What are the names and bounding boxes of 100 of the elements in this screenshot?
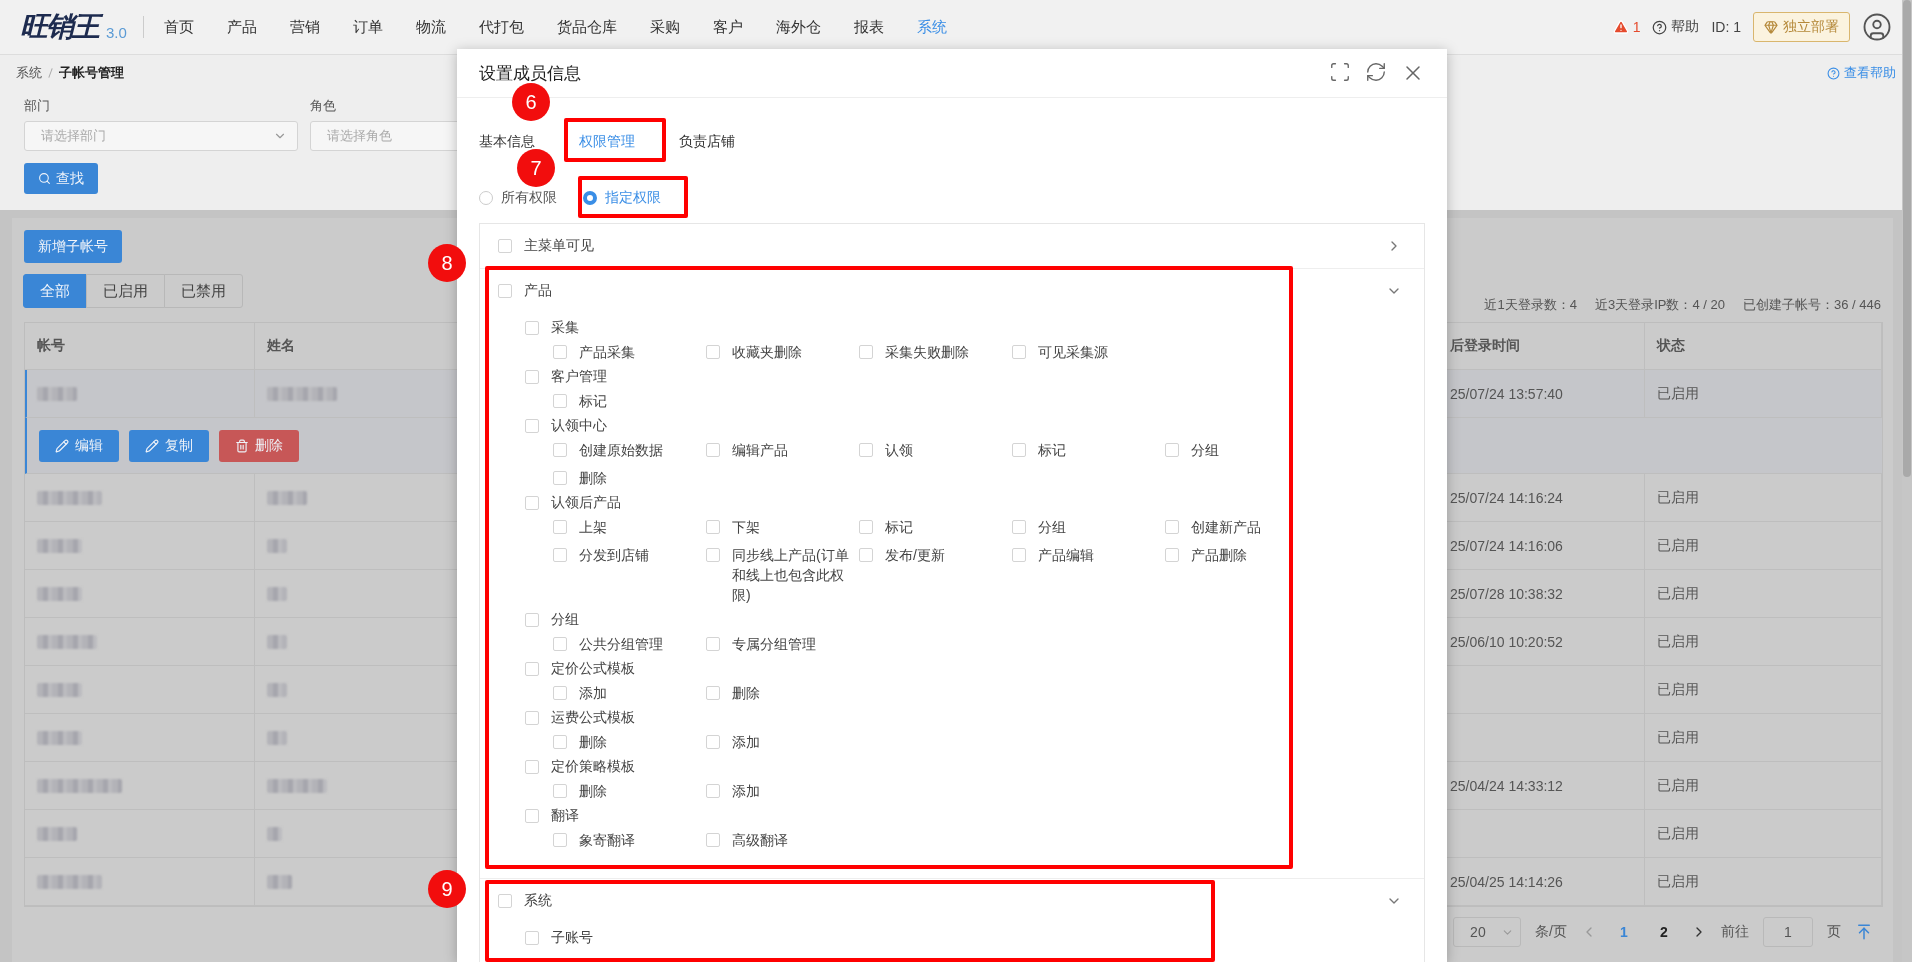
checkbox[interactable] — [1012, 548, 1026, 562]
nav-menu-item[interactable]: 代打包 — [478, 17, 524, 37]
checkbox[interactable] — [553, 833, 567, 847]
checkbox[interactable] — [498, 894, 512, 908]
refresh-icon[interactable] — [1365, 61, 1387, 83]
permission-label: 下架 — [732, 518, 760, 537]
help-link[interactable]: 帮助 — [1671, 18, 1700, 36]
checkbox[interactable] — [553, 686, 567, 700]
page-size-select[interactable]: 20 — [1453, 917, 1522, 947]
blurred-text — [37, 826, 77, 841]
permission-label: 高级翻译 — [732, 831, 788, 850]
search-button[interactable]: 查找 — [24, 163, 98, 194]
blurred-text — [37, 682, 82, 697]
checkbox[interactable] — [553, 471, 567, 485]
status-tab[interactable]: 全部 — [23, 274, 87, 308]
nav-menu-item[interactable]: 采购 — [649, 17, 680, 37]
checkbox[interactable] — [553, 443, 567, 457]
checkbox[interactable] — [525, 930, 539, 945]
checkbox[interactable] — [1012, 443, 1026, 457]
delete-button[interactable]: 删除 — [219, 429, 299, 462]
permission-label: 象寄翻译 — [579, 831, 635, 850]
warning-icon[interactable] — [1612, 19, 1629, 35]
checkbox[interactable] — [525, 418, 539, 433]
checkbox[interactable] — [525, 661, 539, 676]
checkbox[interactable] — [1165, 520, 1179, 534]
checkbox[interactable] — [525, 612, 539, 627]
checkbox[interactable] — [553, 735, 567, 749]
nav-menu-item[interactable]: 系统 — [916, 17, 947, 37]
checkbox[interactable] — [525, 710, 539, 725]
checkbox[interactable] — [706, 345, 720, 359]
avatar-icon[interactable] — [1862, 12, 1892, 42]
radio-icon[interactable] — [583, 191, 597, 205]
nav-menu-item[interactable]: 订单 — [352, 17, 383, 37]
status-tab[interactable]: 已禁用 — [164, 274, 243, 308]
checkbox[interactable] — [1012, 345, 1026, 359]
radio-icon[interactable] — [479, 191, 493, 205]
nav-menu-item[interactable]: 产品 — [226, 17, 257, 37]
breadcrumb-item[interactable]: 系统 — [16, 64, 42, 82]
add-account-button[interactable]: 新增子帐号 — [24, 230, 122, 263]
checkbox[interactable] — [498, 239, 512, 253]
nav-menu-item[interactable]: 报表 — [853, 17, 884, 37]
page-input[interactable]: 1 — [1763, 917, 1813, 947]
checkbox[interactable] — [859, 548, 873, 562]
checkbox[interactable] — [706, 548, 720, 562]
dialog-tab[interactable]: 基本信息 — [479, 132, 535, 151]
help-link[interactable]: 查看帮助 — [1827, 64, 1896, 82]
nav-menu-item[interactable]: 物流 — [415, 17, 446, 37]
checkbox[interactable] — [553, 548, 567, 562]
blurred-text — [267, 490, 307, 505]
status-tab[interactable]: 已启用 — [86, 274, 165, 308]
checkbox[interactable] — [859, 443, 873, 457]
group-label: 子账号 — [551, 928, 593, 947]
checkbox[interactable] — [706, 637, 720, 651]
checkbox[interactable] — [498, 284, 512, 298]
table-cell: 已启用 — [1645, 570, 1882, 618]
page-number[interactable]: 2 — [1651, 924, 1677, 940]
nav-menu-item[interactable]: 客户 — [712, 17, 743, 37]
stat-text: 近3天登录IP数：4 / 20 — [1594, 296, 1725, 314]
permission-label: 产品编辑 — [1038, 546, 1094, 565]
nav-menu-item[interactable]: 货品仓库 — [556, 17, 617, 37]
back-to-top-icon[interactable] — [1855, 923, 1873, 941]
checkbox[interactable] — [525, 495, 539, 510]
permission-radio[interactable]: 指定权限 — [583, 189, 661, 207]
permission-label: 标记 — [579, 392, 607, 411]
checkbox[interactable] — [706, 520, 720, 534]
checkbox[interactable] — [553, 394, 567, 408]
nav-menu-item[interactable]: 海外仓 — [775, 17, 821, 37]
checkbox[interactable] — [525, 808, 539, 823]
permission-label: 删除 — [579, 733, 607, 752]
checkbox[interactable] — [859, 520, 873, 534]
checkbox[interactable] — [525, 320, 539, 335]
nav-menu-item[interactable]: 首页 — [163, 17, 194, 37]
permission-radio[interactable]: 所有权限 — [479, 189, 557, 207]
checkbox[interactable] — [525, 759, 539, 774]
blurred-text — [267, 730, 287, 745]
blurred-text — [267, 634, 287, 649]
checkbox[interactable] — [1012, 520, 1026, 534]
table-cell: 已启用 — [1645, 522, 1882, 570]
checkbox[interactable] — [553, 520, 567, 534]
checkbox[interactable] — [525, 369, 539, 384]
checkbox[interactable] — [706, 784, 720, 798]
checkbox[interactable] — [1165, 443, 1179, 457]
permission-label: 添加 — [732, 733, 760, 752]
checkbox[interactable] — [859, 345, 873, 359]
permission-label: 公共分组管理 — [579, 635, 663, 654]
checkbox[interactable] — [553, 784, 567, 798]
checkbox[interactable] — [706, 443, 720, 457]
checkbox[interactable] — [706, 833, 720, 847]
fullscreen-icon[interactable] — [1329, 61, 1351, 83]
dialog-tab[interactable]: 负责店铺 — [679, 132, 735, 151]
nav-menu-item[interactable]: 营销 — [289, 17, 320, 37]
checkbox[interactable] — [553, 345, 567, 359]
checkbox[interactable] — [553, 637, 567, 651]
checkbox[interactable] — [706, 686, 720, 700]
diamond-icon — [1764, 20, 1778, 34]
checkbox[interactable] — [706, 735, 720, 749]
checkbox[interactable] — [1165, 548, 1179, 562]
copy-button[interactable]: 复制 — [129, 429, 209, 462]
help-icon — [1827, 66, 1840, 80]
edit-button[interactable]: 编辑 — [39, 429, 119, 462]
